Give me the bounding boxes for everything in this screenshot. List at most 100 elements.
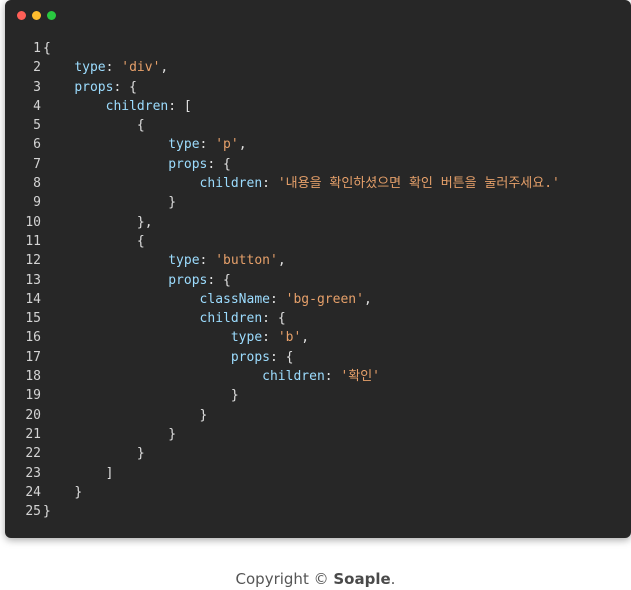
code-key: props bbox=[230, 349, 270, 365]
close-window-button[interactable] bbox=[17, 11, 26, 20]
code-punctuation: : { bbox=[207, 272, 231, 288]
line-number: 18 bbox=[25, 369, 41, 385]
code-punctuation: }, bbox=[136, 214, 153, 230]
code-key: props bbox=[168, 272, 208, 288]
code-string: 'div' bbox=[121, 60, 161, 76]
code-punctuation: : bbox=[262, 176, 278, 192]
code-line: 13 props: { bbox=[5, 271, 631, 290]
code-punctuation: } bbox=[199, 407, 208, 423]
line-number: 7 bbox=[33, 156, 41, 172]
code-punctuation: : { bbox=[269, 349, 294, 365]
code-text: type: 'div', bbox=[43, 58, 168, 77]
code-text: { bbox=[43, 39, 51, 58]
code-line: 11 { bbox=[5, 232, 631, 251]
code-line: 12 type: 'button', bbox=[5, 251, 631, 270]
code-string: 'bg-green' bbox=[285, 291, 364, 307]
code-string: 'p' bbox=[215, 137, 239, 153]
code-string: '내용을 확인하셨으면 확인 버튼을 눌러주세요.' bbox=[277, 176, 560, 192]
code-punctuation: } bbox=[136, 446, 145, 462]
code-line: 24 } bbox=[5, 483, 631, 502]
code-punctuation: { bbox=[43, 41, 51, 56]
code-text: children: '확인' bbox=[43, 367, 380, 386]
line-number: 11 bbox=[25, 233, 41, 249]
code-punctuation: , bbox=[301, 330, 310, 346]
code-text: { bbox=[43, 116, 145, 135]
line-number: 15 bbox=[25, 311, 41, 327]
code-text: } bbox=[43, 193, 176, 212]
code-key: type bbox=[168, 137, 200, 153]
code-text: children: '내용을 확인하셨으면 확인 버튼을 눌러주세요.' bbox=[43, 174, 560, 193]
code-text: children: { bbox=[43, 309, 286, 328]
window-titlebar bbox=[5, 0, 631, 28]
line-number: 13 bbox=[25, 272, 41, 288]
line-number: 19 bbox=[25, 388, 41, 404]
code-line: 6 type: 'p', bbox=[5, 135, 631, 154]
code-line: 10 }, bbox=[5, 213, 631, 232]
maximize-window-button[interactable] bbox=[47, 11, 56, 20]
code-key: className bbox=[199, 291, 270, 307]
code-text: } bbox=[43, 502, 51, 521]
code-line: 7 props: { bbox=[5, 155, 631, 174]
line-number: 16 bbox=[25, 330, 41, 346]
code-punctuation: : bbox=[199, 137, 216, 153]
code-window: 1{2 type: 'div', 3 props: {4 children: [5… bbox=[5, 0, 631, 538]
code-line: 14 className: 'bg-green', bbox=[5, 290, 631, 309]
code-punctuation: : bbox=[199, 253, 216, 269]
line-number: 10 bbox=[25, 214, 41, 230]
code-text: } bbox=[43, 406, 208, 425]
minimize-window-button[interactable] bbox=[32, 11, 41, 20]
code-text: } bbox=[43, 425, 176, 444]
code-line: 25} bbox=[5, 502, 631, 521]
code-line: 21 } bbox=[5, 425, 631, 444]
code-text: type: 'button', bbox=[43, 251, 286, 270]
code-text: className: 'bg-green', bbox=[43, 290, 372, 309]
line-number: 22 bbox=[25, 446, 41, 462]
code-punctuation: } bbox=[168, 426, 177, 442]
code-line: 23 ] bbox=[5, 464, 631, 483]
code-line: 18 children: '확인' bbox=[5, 367, 631, 386]
line-number: 20 bbox=[25, 407, 41, 423]
code-string: 'button' bbox=[215, 253, 278, 269]
code-line: 5 { bbox=[5, 116, 631, 135]
code-text: children: [ bbox=[43, 97, 192, 116]
code-text: } bbox=[43, 444, 145, 463]
code-text: } bbox=[43, 386, 239, 405]
code-line: 3 props: { bbox=[5, 78, 631, 97]
line-number: 24 bbox=[25, 484, 41, 500]
code-punctuation: } bbox=[74, 484, 83, 500]
code-key: children bbox=[262, 369, 325, 385]
code-punctuation: : { bbox=[113, 79, 137, 95]
code-punctuation: , bbox=[238, 137, 247, 153]
code-punctuation: : bbox=[324, 369, 341, 385]
code-punctuation: : { bbox=[262, 311, 286, 327]
code-punctuation: ] bbox=[105, 465, 114, 481]
code-key: children bbox=[199, 311, 263, 327]
line-number: 12 bbox=[25, 253, 41, 269]
copyright-brand: Soaple bbox=[333, 570, 391, 588]
line-number: 17 bbox=[25, 349, 41, 365]
code-punctuation: { bbox=[136, 233, 145, 249]
line-number: 4 bbox=[33, 98, 41, 114]
code-punctuation: : bbox=[270, 291, 286, 307]
code-line: 4 children: [ bbox=[5, 97, 631, 116]
line-number: 5 bbox=[33, 118, 41, 134]
code-line: 1{ bbox=[5, 39, 631, 58]
copyright-footer: Copyright © Soaple. bbox=[0, 570, 631, 588]
line-number: 1 bbox=[33, 41, 41, 56]
code-punctuation: , bbox=[363, 291, 372, 307]
code-text: props: { bbox=[43, 78, 137, 97]
code-line: 2 type: 'div', bbox=[5, 58, 631, 77]
line-number: 14 bbox=[25, 291, 41, 307]
code-text: { bbox=[43, 232, 145, 251]
code-text: type: 'p', bbox=[43, 135, 247, 154]
line-number: 6 bbox=[33, 137, 41, 153]
code-string: 'b' bbox=[277, 330, 302, 346]
code-key: props bbox=[74, 79, 114, 95]
code-punctuation: : [ bbox=[168, 98, 192, 114]
code-text: props: { bbox=[43, 348, 294, 367]
code-punctuation: , bbox=[277, 253, 286, 269]
copyright-suffix: . bbox=[390, 570, 396, 588]
code-line: 16 type: 'b', bbox=[5, 328, 631, 347]
code-punctuation: , bbox=[160, 60, 169, 76]
code-line: 15 children: { bbox=[5, 309, 631, 328]
